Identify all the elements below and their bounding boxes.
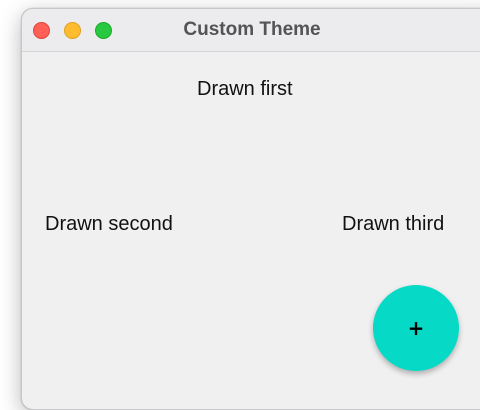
window-title: Custom Theme — [183, 19, 321, 40]
floating-action-button[interactable]: + — [373, 285, 459, 371]
plus-icon: + — [407, 316, 425, 340]
app-window: Custom Theme Drawn first Drawn second Dr… — [21, 8, 480, 410]
label-drawn-second: Drawn second — [45, 213, 173, 235]
title-bar[interactable]: Custom Theme — [22, 9, 480, 52]
label-drawn-third: Drawn third — [342, 213, 445, 235]
label-drawn-first: Drawn first — [197, 78, 293, 100]
